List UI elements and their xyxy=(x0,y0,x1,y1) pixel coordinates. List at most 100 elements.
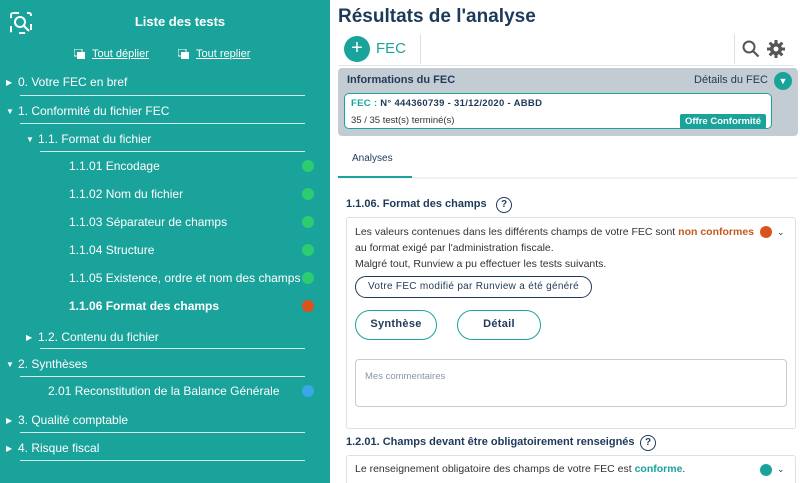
sidebar-item-encodage[interactable]: 1.1.01 Encodage xyxy=(69,159,160,173)
fec-info-panel: Informations du FEC Détails du FEC ▼ FEC… xyxy=(338,68,798,136)
non-conforme-label: non conformes xyxy=(678,226,754,238)
search-icon[interactable] xyxy=(742,40,760,58)
divider xyxy=(40,348,305,349)
help-icon[interactable]: ? xyxy=(640,435,656,451)
status-dot xyxy=(760,226,772,238)
status-dot xyxy=(302,385,314,397)
divider xyxy=(734,34,735,64)
sidebar-item-label: 2.01 Reconstitution de la Balance Généra… xyxy=(48,384,280,398)
sidebar-item-label: 1. Conformité du fichier FEC xyxy=(18,104,170,118)
section-title-format-champs: 1.1.06. Format des champs xyxy=(346,198,487,210)
chevron-down-icon: ▼ xyxy=(6,106,14,116)
chevron-down-icon[interactable]: ⌄ xyxy=(777,227,785,238)
modified-fec-button[interactable]: Votre FEC modifié par Runview a été géné… xyxy=(355,276,593,298)
result-card-format-champs: Les valeurs contenues dans les différent… xyxy=(346,217,796,429)
tab-bar: Analyses xyxy=(338,138,798,178)
divider xyxy=(20,95,305,96)
sidebar-item-format-fichier[interactable]: ▼ 1.1. Format du fichier xyxy=(26,132,151,146)
comments-placeholder: Mes commentaires xyxy=(365,371,446,382)
sidebar-item-balance-generale[interactable]: 2.01 Reconstitution de la Balance Généra… xyxy=(48,384,280,398)
sidebar-item-label: 1.1.04 Structure xyxy=(69,243,155,257)
chevron-right-icon: ▶ xyxy=(6,415,13,425)
conforme-label: conforme xyxy=(634,463,683,475)
sidebar-title: Liste des tests xyxy=(134,14,226,29)
section-title-champs-obligatoires: 1.2.01. Champs devant être obligatoireme… xyxy=(346,436,635,448)
chevron-down-icon: ▼ xyxy=(26,134,34,144)
fec-card: FEC : N° 444360739 - 31/12/2020 - ABBD 3… xyxy=(344,93,772,129)
sidebar-item-label: 1.1.03 Séparateur de champs xyxy=(69,215,228,229)
sidebar-item-label: 3. Qualité comptable xyxy=(18,413,129,427)
expand-all-icon xyxy=(74,48,85,59)
sidebar-item-syntheses[interactable]: ▼ 2. Synthèses xyxy=(6,357,87,371)
runview-logo-icon[interactable] xyxy=(10,12,32,34)
result-text-end: . xyxy=(682,463,686,475)
sidebar-item-contenu-fichier[interactable]: ▶ 1.2. Contenu du fichier xyxy=(26,330,159,344)
sidebar-item-nom-fichier[interactable]: 1.1.02 Nom du fichier xyxy=(69,187,183,201)
test-list-sidebar: Liste des tests Tout déplier Tout replie… xyxy=(0,0,330,483)
result-card-champs-obligatoires: Le renseignement obligatoire des champs … xyxy=(346,455,796,483)
plus-icon: + xyxy=(351,37,363,59)
fec-toolbar: + FEC xyxy=(338,32,794,66)
sidebar-item-label: 1.1. Format du fichier xyxy=(38,132,152,146)
sidebar-item-existence-champs[interactable]: 1.1.05 Existence, ordre et nom des champ… xyxy=(69,271,300,285)
sidebar-item-qualite-comptable[interactable]: ▶ 3. Qualité comptable xyxy=(6,413,128,427)
collapse-all-label: Tout replier xyxy=(196,48,251,60)
chevron-down-icon: ▼ xyxy=(6,359,14,369)
status-dot xyxy=(302,300,314,312)
sidebar-item-label: 4. Risque fiscal xyxy=(18,441,100,455)
fec-info-title: Informations du FEC xyxy=(347,74,456,86)
sidebar-item-label: 1.1.05 Existence, ordre et nom des champ… xyxy=(69,271,301,285)
divider xyxy=(20,460,305,461)
sidebar-item-conformite[interactable]: ▼ 1. Conformité du fichier FEC xyxy=(6,104,169,118)
add-button[interactable]: + xyxy=(344,36,370,62)
sidebar-item-format-champs[interactable]: 1.1.06 Format des champs xyxy=(69,299,219,313)
sidebar-item-risque-fiscal[interactable]: ▶ 4. Risque fiscal xyxy=(6,441,99,455)
sidebar-item-label: 1.1.02 Nom du fichier xyxy=(69,187,184,201)
help-icon[interactable]: ? xyxy=(496,197,512,213)
active-tab-indicator xyxy=(338,176,412,178)
fec-selector[interactable]: FEC xyxy=(376,40,406,57)
chevron-down-icon[interactable]: ▼ xyxy=(774,72,792,90)
divider xyxy=(20,432,305,433)
sidebar-item-label: 1.1.01 Encodage xyxy=(69,159,160,173)
sidebar-item-label: 1.1.06 Format des champs xyxy=(69,299,220,313)
result-text-line: Les valeurs contenues dans les différent… xyxy=(355,224,754,240)
divider xyxy=(420,34,421,64)
fec-key: FEC : xyxy=(351,98,378,109)
expand-all-label: Tout déplier xyxy=(92,48,149,60)
result-text-line: au format exigé par l'administration fis… xyxy=(355,242,554,254)
offer-badge: Offre Conformité xyxy=(680,114,766,129)
tab-analyses[interactable]: Analyses xyxy=(352,153,393,164)
chevron-right-icon: ▶ xyxy=(6,77,13,87)
analysis-results-panel: Résultats de l'analyse + FEC Information… xyxy=(330,0,800,483)
result-text: Les valeurs contenues dans les différent… xyxy=(355,226,679,238)
divider xyxy=(40,151,305,152)
fec-identifier: FEC : N° 444360739 - 31/12/2020 - ABBD xyxy=(351,98,542,109)
fec-details-link[interactable]: Détails du FEC xyxy=(694,74,768,86)
expand-all-button[interactable]: Tout déplier xyxy=(74,48,149,60)
chevron-right-icon: ▶ xyxy=(26,332,33,342)
chevron-right-icon: ▶ xyxy=(6,443,13,453)
comments-field[interactable]: Mes commentaires xyxy=(355,359,787,407)
fec-value: N° 444360739 - 31/12/2020 - ABBD xyxy=(380,98,543,109)
status-dot xyxy=(302,188,314,200)
chevron-down-icon[interactable]: ⌄ xyxy=(777,464,785,475)
detail-button[interactable]: Détail xyxy=(457,310,541,340)
tests-count: 35 / 35 test(s) terminé(s) xyxy=(351,115,455,126)
status-dot xyxy=(302,160,314,172)
result-text-line: Le renseignement obligatoire des champs … xyxy=(355,461,685,477)
synthese-button[interactable]: Synthèse xyxy=(355,310,437,340)
status-dot xyxy=(760,464,772,476)
collapse-all-button[interactable]: Tout replier xyxy=(178,48,250,60)
collapse-all-icon xyxy=(178,48,189,59)
status-dot xyxy=(302,244,314,256)
sidebar-item-label: 1.2. Contenu du fichier xyxy=(38,330,159,344)
sidebar-item-votre-fec[interactable]: ▶ 0. Votre FEC en bref xyxy=(6,75,127,89)
sidebar-item-label: 2. Synthèses xyxy=(18,357,88,371)
result-text-line: Malgré tout, Runview a pu effectuer les … xyxy=(355,258,607,270)
divider xyxy=(20,376,305,377)
gear-icon[interactable] xyxy=(766,39,786,59)
sidebar-item-separateur[interactable]: 1.1.03 Séparateur de champs xyxy=(69,215,227,229)
status-dot xyxy=(302,216,314,228)
sidebar-item-structure[interactable]: 1.1.04 Structure xyxy=(69,243,154,257)
